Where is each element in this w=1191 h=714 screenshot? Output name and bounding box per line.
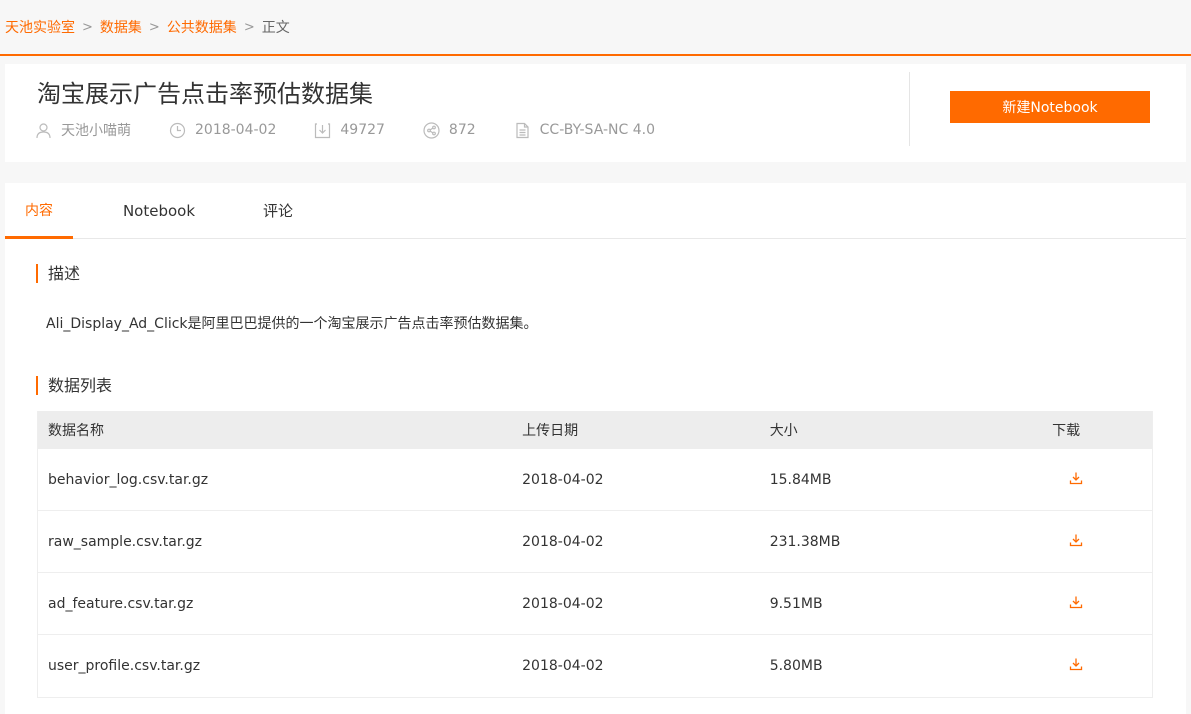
file-date: 2018-04-02	[522, 658, 604, 674]
header-divider	[909, 72, 910, 146]
table-row: ad_feature.csv.tar.gz 2018-04-02 9.51MB	[38, 573, 1152, 635]
active-tab-indicator	[5, 236, 73, 239]
meta-author: 天池小喵萌	[35, 120, 131, 140]
breadcrumb-tianchi-lab[interactable]: 天池实验室	[5, 17, 75, 37]
document-icon	[516, 122, 529, 138]
file-name: behavior_log.csv.tar.gz	[48, 471, 209, 488]
file-date: 2018-04-02	[522, 471, 604, 488]
new-notebook-button[interactable]: 新建Notebook	[950, 91, 1150, 123]
share-count: 872	[448, 122, 476, 138]
download-icon[interactable]	[1069, 471, 1083, 485]
tab-comments[interactable]: 评论	[253, 183, 303, 239]
chevron-right-icon: >	[148, 19, 160, 35]
meta-shares: 872	[423, 121, 476, 139]
download-count: 49727	[340, 122, 385, 138]
download-icon[interactable]	[1069, 533, 1083, 547]
data-list-heading: 数据列表	[36, 376, 112, 395]
data-file-table: 数据名称 上传日期 大小 下载 behavior_log.csv.tar.gz …	[37, 411, 1153, 698]
license-text: CC-BY-SA-NC 4.0	[539, 122, 655, 138]
share-icon	[423, 121, 440, 139]
column-header-name: 数据名称	[48, 423, 104, 439]
file-size: 231.38MB	[769, 533, 841, 550]
table-row: raw_sample.csv.tar.gz 2018-04-02 231.38M…	[38, 511, 1152, 573]
file-date: 2018-04-02	[522, 533, 604, 550]
download-icon	[315, 122, 331, 138]
dataset-content: 内容 Notebook 评论 描述 Ali_Display_Ad_Click是阿…	[5, 183, 1186, 714]
column-header-size: 大小	[769, 423, 798, 439]
file-date: 2018-04-02	[522, 595, 604, 612]
content-tabs: 内容 Notebook 评论	[5, 183, 1186, 239]
meta-license: CC-BY-SA-NC 4.0	[514, 122, 655, 139]
table-row: user_profile.csv.tar.gz 2018-04-02 5.80M…	[38, 635, 1152, 697]
publish-date: 2018-04-02	[195, 122, 277, 138]
breadcrumb: 天池实验室 > 数据集 > 公共数据集 > 正文	[0, 0, 1191, 56]
author-name[interactable]: 天池小喵萌	[61, 120, 131, 140]
table-header: 数据名称 上传日期 大小 下载	[38, 411, 1152, 449]
file-name: user_profile.csv.tar.gz	[48, 658, 201, 674]
breadcrumb-public-datasets[interactable]: 公共数据集	[167, 17, 237, 37]
breadcrumb-current: 正文	[261, 20, 290, 36]
meta-date: 2018-04-02	[169, 122, 276, 139]
chevron-right-icon: >	[243, 19, 255, 35]
meta-downloads: 49727	[314, 122, 385, 139]
table-row: behavior_log.csv.tar.gz 2018-04-02 15.84…	[38, 449, 1152, 511]
download-icon[interactable]	[1069, 595, 1083, 609]
dataset-meta: 天池小喵萌 2018-04-02 49727 872 CC-BY-SA-NC 4…	[35, 120, 693, 140]
user-icon	[36, 122, 51, 138]
file-size: 5.80MB	[769, 658, 823, 674]
file-size: 15.84MB	[769, 471, 832, 488]
dataset-header: 淘宝展示广告点击率预估数据集 天池小喵萌 2018-04-02 49727 87…	[5, 64, 1186, 162]
description-heading: 描述	[36, 264, 80, 283]
chevron-right-icon: >	[82, 19, 93, 35]
breadcrumb-datasets[interactable]: 数据集	[100, 17, 142, 37]
file-size: 9.51MB	[769, 595, 823, 612]
page-title: 淘宝展示广告点击率预估数据集	[37, 80, 373, 108]
column-header-download: 下载	[1052, 423, 1081, 439]
file-name: raw_sample.csv.tar.gz	[48, 533, 202, 550]
tab-content[interactable]: 内容	[5, 183, 73, 239]
file-name: ad_feature.csv.tar.gz	[48, 595, 194, 612]
download-icon[interactable]	[1069, 657, 1083, 671]
description-text: Ali_Display_Ad_Click是阿里巴巴提供的一个淘宝展示广告点击率预…	[46, 316, 538, 332]
tab-notebook[interactable]: Notebook	[113, 183, 205, 239]
column-header-date: 上传日期	[522, 423, 579, 439]
clock-icon	[169, 122, 186, 138]
